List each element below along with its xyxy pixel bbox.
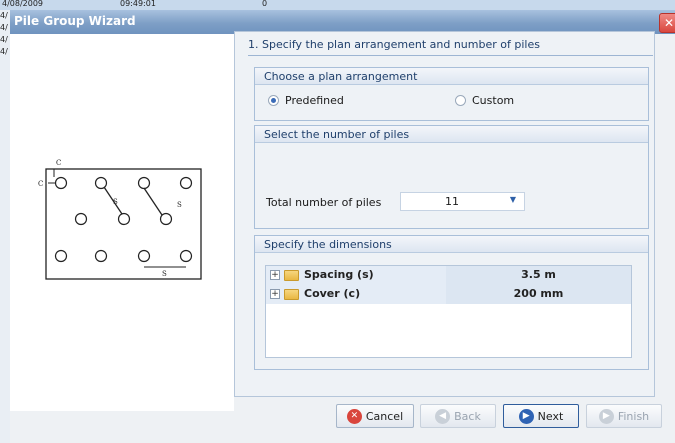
finish-label: Finish <box>617 409 650 423</box>
dimensions-group: Specify the dimensions + Spacing (s) 3.5… <box>254 235 649 370</box>
next-arrow-icon: ▶ <box>518 408 534 424</box>
cancel-label: Cancel <box>365 409 404 423</box>
custom-radio[interactable]: Custom <box>455 94 514 107</box>
back-arrow-icon: ◀ <box>435 408 451 424</box>
cover-value-cell[interactable]: 200 mm <box>446 285 631 304</box>
finish-arrow-icon: ▶ <box>598 408 614 424</box>
background-side-label: 4/ <box>0 11 8 20</box>
predefined-label: Predefined <box>285 94 344 107</box>
predefined-radio[interactable]: Predefined <box>268 94 344 107</box>
background-column: 4/ 4/ 4/ 4/ <box>0 10 10 443</box>
dimensions-grid: + Spacing (s) 3.5 m + Cover (c) 200 mm <box>265 265 632 358</box>
close-button[interactable]: ✕ <box>659 13 675 33</box>
finish-button[interactable]: ▶ Finish <box>586 404 662 428</box>
folder-icon <box>284 270 299 281</box>
piles-group-header: Select the number of piles <box>255 126 648 143</box>
back-label: Back <box>454 409 481 423</box>
arrangement-group-header: Choose a plan arrangement <box>255 68 648 85</box>
background-table-row: 4/08/2009 09:49:01 0 <box>0 0 675 10</box>
chevron-down-icon[interactable]: ▼ <box>510 195 516 204</box>
spacing-value: 3.5 m <box>521 268 556 281</box>
background-side-label: 4/ <box>0 35 8 44</box>
spacing-label-right: S <box>177 201 182 209</box>
radio-selected-icon[interactable] <box>268 95 279 106</box>
spacing-label-diagonal: S <box>113 198 118 206</box>
table-row[interactable]: + Spacing (s) 3.5 m <box>266 266 631 285</box>
spacing-label-bottom: S <box>162 270 167 278</box>
diagram-panel: C C S S S <box>10 34 234 411</box>
pile-group-diagram: C C S S S <box>38 159 202 280</box>
radio-unselected-icon[interactable] <box>455 95 466 106</box>
step-heading: 1. Specify the plan arrangement and numb… <box>248 38 540 51</box>
cancel-button[interactable]: ✕ Cancel <box>336 404 414 428</box>
spacing-label: Spacing (s) <box>304 268 374 281</box>
arrangement-group: Choose a plan arrangement Predefined Cus… <box>254 67 649 121</box>
window-title: Pile Group Wizard <box>14 14 136 28</box>
cover-label-top: C <box>56 159 61 167</box>
expand-icon[interactable]: + <box>270 270 280 280</box>
piles-group: Select the number of piles Total number … <box>254 125 649 229</box>
heading-divider <box>248 55 653 56</box>
next-label: Next <box>537 409 564 423</box>
table-row[interactable]: + Cover (c) 200 mm <box>266 285 631 304</box>
cover-label: Cover (c) <box>304 287 361 300</box>
background-side-label: 4/ <box>0 23 8 32</box>
total-piles-label: Total number of piles <box>266 196 382 209</box>
expand-icon[interactable]: + <box>270 289 280 299</box>
dimensions-group-header: Specify the dimensions <box>255 236 648 253</box>
cover-value: 200 mm <box>513 287 564 300</box>
total-piles-dropdown[interactable]: 11 ▼ <box>400 192 525 211</box>
back-button[interactable]: ◀ Back <box>420 404 496 428</box>
next-button[interactable]: ▶ Next <box>503 404 579 428</box>
total-piles-value: 11 <box>445 195 459 208</box>
folder-icon <box>284 289 299 300</box>
background-side-label: 4/ <box>0 47 8 56</box>
background-number: 0 <box>262 0 268 8</box>
cancel-icon: ✕ <box>346 408 362 424</box>
background-date: 4/08/2009 <box>2 0 44 8</box>
spacing-value-cell[interactable]: 3.5 m <box>446 266 631 285</box>
custom-label: Custom <box>472 94 515 107</box>
cover-label-side: C <box>38 180 43 188</box>
background-time: 09:49:01 <box>120 0 156 8</box>
